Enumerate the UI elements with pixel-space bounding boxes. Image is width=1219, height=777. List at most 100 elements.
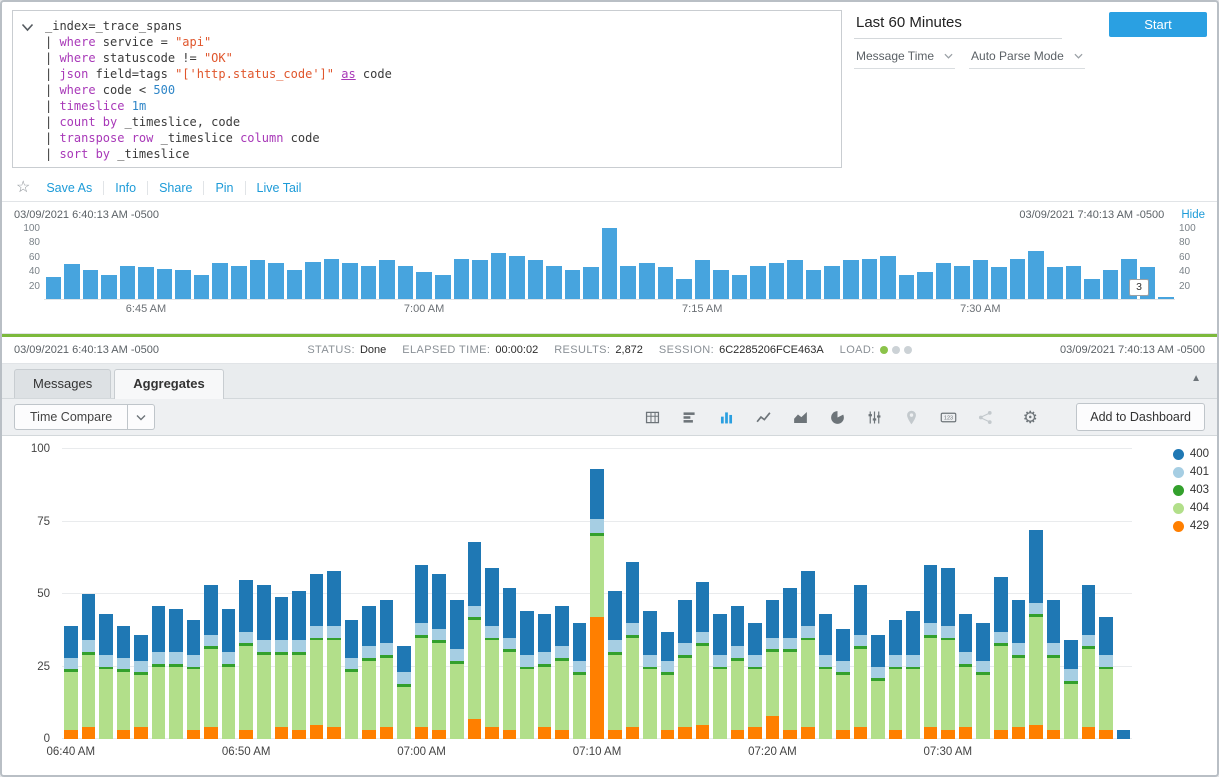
collapse-query-icon[interactable] xyxy=(13,11,41,167)
bar-segment-401 xyxy=(731,646,745,658)
bar-segment-429 xyxy=(678,727,692,739)
bar-segment-429 xyxy=(327,727,341,739)
histogram-bar xyxy=(695,260,711,299)
number-display-icon[interactable]: 123 xyxy=(939,408,957,426)
save-as-link[interactable]: Save As xyxy=(46,181,103,195)
bar-segment-404 xyxy=(468,620,482,719)
histogram-bar xyxy=(713,270,729,299)
bar-segment-429 xyxy=(503,730,517,739)
favorite-star-icon[interactable]: ☆ xyxy=(16,180,30,196)
legend-item-429[interactable]: 429 xyxy=(1173,520,1209,532)
info-link[interactable]: Info xyxy=(103,181,147,195)
bar-segment-404 xyxy=(450,664,464,739)
histogram-y-tick: 60 xyxy=(14,253,40,263)
stacked-bar xyxy=(1099,617,1113,739)
bar-segment-401 xyxy=(415,623,429,635)
map-icon[interactable] xyxy=(902,408,920,426)
bar-segment-401 xyxy=(222,652,236,664)
query-line: | timeslice 1m xyxy=(45,98,392,114)
histogram-panel: 03/09/2021 6:40:13 AM -0500 03/09/2021 7… xyxy=(2,202,1217,334)
bar-segment-404 xyxy=(783,652,797,730)
table-view-icon[interactable] xyxy=(643,408,661,426)
bar-segment-404 xyxy=(292,655,306,730)
legend-item-400[interactable]: 400 xyxy=(1173,448,1209,460)
gear-icon[interactable]: ⚙ xyxy=(1021,408,1039,426)
load-dot xyxy=(892,346,900,354)
time-range-selector[interactable]: Last 60 Minutes xyxy=(854,12,1062,39)
add-to-dashboard-button[interactable]: Add to Dashboard xyxy=(1076,403,1205,431)
bar-segment-400 xyxy=(766,600,780,638)
bar-segment-400 xyxy=(696,582,710,631)
hide-histogram-link[interactable]: Hide xyxy=(1181,209,1205,221)
bar-segment-404 xyxy=(82,655,96,728)
auto-parse-mode-select[interactable]: Auto Parse Mode xyxy=(969,47,1085,69)
app-window: _index=_trace_spans| where service = "ap… xyxy=(0,0,1219,777)
bar-segment-400 xyxy=(169,609,183,653)
histogram-bar xyxy=(1010,259,1026,299)
stacked-bar xyxy=(380,600,394,739)
bar-segment-404 xyxy=(152,667,166,740)
bar-segment-400 xyxy=(485,568,499,626)
bar-segment-429 xyxy=(275,727,289,739)
bar-segment-401 xyxy=(82,640,96,652)
bar-segment-400 xyxy=(397,646,411,672)
bar-segment-404 xyxy=(1082,649,1096,727)
histogram-bar xyxy=(398,266,414,299)
histogram-chart[interactable]: 10080604020 10080604020 6:45 AM7:00 AM7:… xyxy=(44,228,1175,302)
action-bar: ☆ Save As Info Share Pin Live Tail xyxy=(2,174,1217,202)
bar-segment-401 xyxy=(327,626,341,638)
collapse-panel-icon[interactable]: ▲ xyxy=(1191,373,1201,384)
bar-segment-404 xyxy=(924,638,938,728)
bar-segment-404 xyxy=(1064,684,1078,739)
bar-segment-429 xyxy=(485,727,499,739)
bar-segment-400 xyxy=(82,594,96,640)
stacked-bar xyxy=(239,580,253,739)
bar-segment-404 xyxy=(976,675,990,739)
query-editor[interactable]: _index=_trace_spans| where service = "ap… xyxy=(12,10,842,168)
search-header: _index=_trace_spans| where service = "ap… xyxy=(2,2,1217,174)
column-chart-icon[interactable] xyxy=(717,408,735,426)
pin-link[interactable]: Pin xyxy=(203,181,244,195)
time-compare-dropdown[interactable] xyxy=(128,404,155,430)
stacked-bar xyxy=(310,574,324,739)
tab-aggregates[interactable]: Aggregates xyxy=(114,369,224,399)
live-tail-link[interactable]: Live Tail xyxy=(245,181,313,195)
legend-item-401[interactable]: 401 xyxy=(1173,466,1209,478)
histogram-y-tick: 100 xyxy=(1179,224,1205,234)
node-graph-icon[interactable] xyxy=(976,408,994,426)
legend-item-403[interactable]: 403 xyxy=(1173,484,1209,496)
bar-segment-400 xyxy=(327,571,341,626)
bar-segment-404 xyxy=(836,675,850,730)
bar-segment-429 xyxy=(1082,727,1096,739)
settings-sliders-icon[interactable] xyxy=(865,408,883,426)
histogram-y-tick: 80 xyxy=(1179,238,1205,248)
bar-segment-429 xyxy=(836,730,850,739)
legend-item-404[interactable]: 404 xyxy=(1173,502,1209,514)
histogram-bar xyxy=(120,266,136,299)
area-chart-icon[interactable] xyxy=(791,408,809,426)
bar-segment-404 xyxy=(1047,658,1061,731)
stacked-bar xyxy=(169,609,183,739)
elapsed-time-value: 00:00:02 xyxy=(495,344,538,356)
bar-segment-429 xyxy=(854,727,868,739)
bar-segment-401 xyxy=(608,640,622,652)
tab-messages[interactable]: Messages xyxy=(14,369,111,398)
line-chart-icon[interactable] xyxy=(754,408,772,426)
bar-segment-404 xyxy=(713,669,727,739)
bar-chart-icon[interactable] xyxy=(680,408,698,426)
pie-chart-icon[interactable] xyxy=(828,408,846,426)
bar-segment-400 xyxy=(573,623,587,661)
bar-segment-401 xyxy=(345,658,359,670)
bar-segment-401 xyxy=(503,638,517,650)
x-axis-tick: 07:30 AM xyxy=(924,746,973,758)
share-link[interactable]: Share xyxy=(147,181,203,195)
start-button[interactable]: Start xyxy=(1109,12,1207,37)
bar-segment-400 xyxy=(64,626,78,658)
message-time-select[interactable]: Message Time xyxy=(854,47,955,69)
bar-segment-400 xyxy=(976,623,990,661)
bar-segment-401 xyxy=(134,661,148,673)
bar-segment-401 xyxy=(432,629,446,641)
histogram-bar xyxy=(620,266,636,299)
stacked-bar xyxy=(643,611,657,739)
time-compare-button[interactable]: Time Compare xyxy=(14,404,128,430)
